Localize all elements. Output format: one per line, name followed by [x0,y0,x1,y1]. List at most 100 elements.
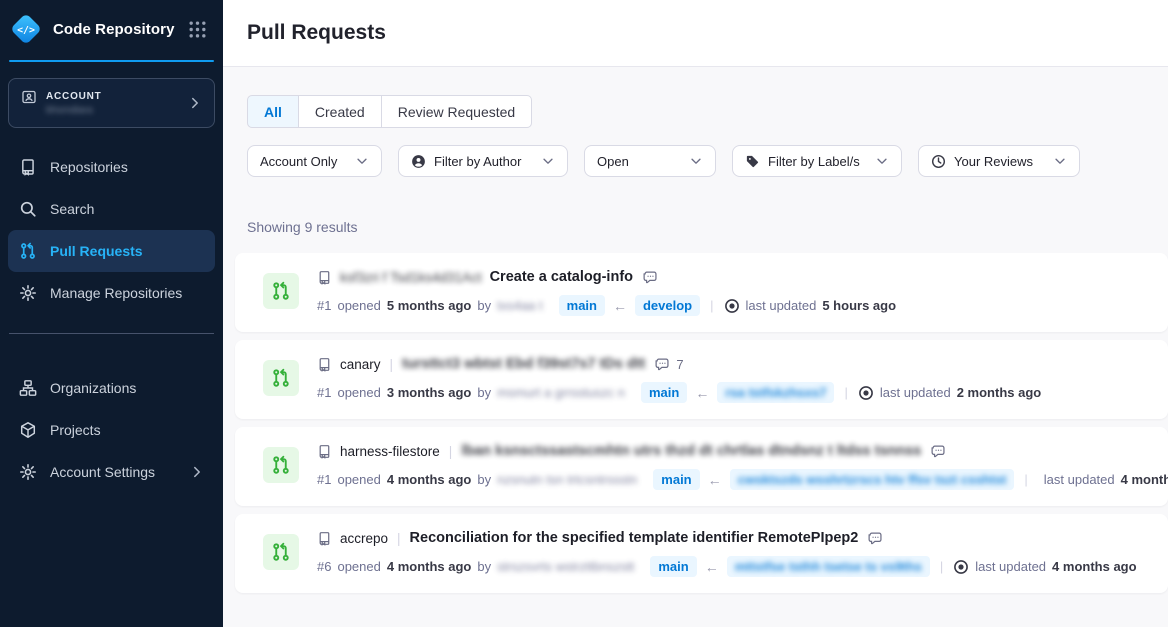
sidebar-item-search[interactable]: Search [8,188,215,230]
sidebar-item-manage-repositories[interactable]: Manage Repositories [8,272,215,314]
filter-your-reviews[interactable]: Your Reviews [918,145,1080,177]
pr-number: #6 [317,559,331,574]
chevron-down-icon [689,154,703,168]
pull-request-icon [19,242,37,260]
tab-bar: AllCreatedReview Requested [247,95,532,128]
last-updated-value: 4 months ago [1121,472,1168,487]
tab-all[interactable]: All [247,95,299,128]
pr-title[interactable]: lban ksnsctssastscmhtn utrs thzd dt chrt… [461,443,921,459]
tab-created[interactable]: Created [298,95,382,128]
clock-icon [931,154,946,169]
target-branch-badge[interactable]: main [653,469,699,490]
repo-icon [317,444,332,459]
pr-title[interactable]: Create a catalog-info [490,269,633,285]
sidebar-accent-underline [9,60,214,62]
account-name: bhsmdiara [46,105,179,116]
last-updated-label: last updated [746,298,817,313]
pr-author: msmurt a grrsstuszc n [497,385,625,400]
pr-author: nzsnutn tsn trtcsntrssstn [497,472,637,487]
pull-request-list: ksf3zri f Tsd1ks4d31Act | Create a catal… [235,253,1168,593]
filter-account-only[interactable]: Account Only [247,145,382,177]
pr-age: 3 months ago [387,385,472,400]
comment-icon [643,270,658,285]
filter-open[interactable]: Open [584,145,716,177]
app-switcher-grid-icon[interactable] [188,20,207,39]
results-summary: Showing 9 results [247,219,1168,235]
sidebar-item-label: Projects [50,422,101,438]
repo-name[interactable]: ksf3zri f Tsd1ks4d31Act [340,270,482,285]
filter-label: Filter by Author [434,154,521,169]
last-updated-label: last updated [1044,472,1115,487]
sidebar-item-organizations[interactable]: Organizations [8,367,215,409]
pr-title[interactable]: tursttct3 wbtst Ebd f39st7s7 tDs dtt [402,356,645,372]
source-branch-badge[interactable]: mttstfse tsthh tsetse ts vs9ths [727,556,930,577]
gear-icon [19,463,37,481]
last-updated-label: last updated [975,559,1046,574]
comment-icon [655,357,670,372]
filter-filter-by-label-s[interactable]: Filter by Label/s [732,145,902,177]
chevron-right-icon [190,465,204,479]
content: AllCreatedReview Requested Account Only … [223,67,1168,627]
chevron-down-icon [541,154,555,168]
pull-request-row[interactable]: canary | tursttct3 wbtst Ebd f39st7s7 tD… [235,340,1168,419]
pr-age: 4 months ago [387,472,472,487]
pr-title[interactable]: Reconciliation for the specified templat… [410,530,859,546]
cube-icon [19,421,37,439]
filter-label: Open [597,154,629,169]
pull-request-row[interactable]: accrepo | Reconciliation for the specifi… [235,514,1168,593]
chevron-right-icon [188,96,202,110]
target-branch-badge[interactable]: main [650,556,696,577]
sidebar-item-label: Organizations [50,380,136,396]
sidebar-item-account-settings[interactable]: Account Settings [8,451,215,493]
filter-label: Your Reviews [954,154,1033,169]
last-updated-label: last updated [880,385,951,400]
repo-name[interactable]: accrepo [340,531,388,546]
pr-age: 4 months ago [387,559,472,574]
sidebar-nav-top: Repositories Search Pull Requests Manage… [0,146,223,314]
tag-icon [745,154,760,169]
pull-request-icon [263,447,299,483]
pr-author: strszsvrts wstrzttbnszstt [497,559,634,574]
source-branch-badge[interactable]: rsa tstfskzhsxs7 [717,382,834,403]
sidebar-item-pull-requests[interactable]: Pull Requests [8,230,215,272]
filter-label: Filter by Label/s [768,154,860,169]
filter-bar: Account Only Filter by Author Open Filte… [247,145,1168,177]
source-branch-badge[interactable]: develop [635,295,700,316]
app-title: Code Repository [53,21,179,38]
last-updated-value: 5 hours ago [822,298,896,313]
page-title: Pull Requests [247,21,386,45]
merge-arrow-icon: ← [695,385,709,401]
sidebar-item-label: Account Settings [50,464,155,480]
comment-icon [931,444,946,459]
target-branch-badge[interactable]: main [559,295,605,316]
sidebar-item-label: Repositories [50,159,128,175]
repo-name[interactable]: canary [340,357,381,372]
sidebar-item-label: Pull Requests [50,243,143,259]
org-icon [19,379,37,397]
last-updated-icon [724,298,740,314]
divider: | [396,531,402,546]
account-selector[interactable]: ACCOUNT bhsmdiara [8,78,215,128]
repo-name[interactable]: harness-filestore [340,444,440,459]
comment-count: 7 [676,357,683,372]
divider: | [448,444,454,459]
sidebar-item-label: Manage Repositories [50,285,182,301]
gear-icon [19,284,37,302]
filter-filter-by-author[interactable]: Filter by Author [398,145,568,177]
pull-request-row[interactable]: ksf3zri f Tsd1ks4d31Act | Create a catal… [235,253,1168,332]
chevron-down-icon [355,154,369,168]
svg-text:</>: </> [17,25,35,36]
divider: | [389,357,395,372]
sidebar-item-projects[interactable]: Projects [8,409,215,451]
page-header: Pull Requests [223,0,1168,67]
sidebar-item-repositories[interactable]: Repositories [8,146,215,188]
repo-icon [317,270,332,285]
filter-label: Account Only [260,154,337,169]
pr-number: #1 [317,472,331,487]
merge-arrow-icon: ← [613,298,627,314]
source-branch-badge[interactable]: cwsktszds wsshrtzrscs htv ffsv tszt cssh… [730,469,1015,490]
target-branch-badge[interactable]: main [641,382,687,403]
pull-request-icon [263,273,299,309]
tab-review-requested[interactable]: Review Requested [381,95,533,128]
pull-request-row[interactable]: harness-filestore | lban ksnsctssastscmh… [235,427,1168,506]
